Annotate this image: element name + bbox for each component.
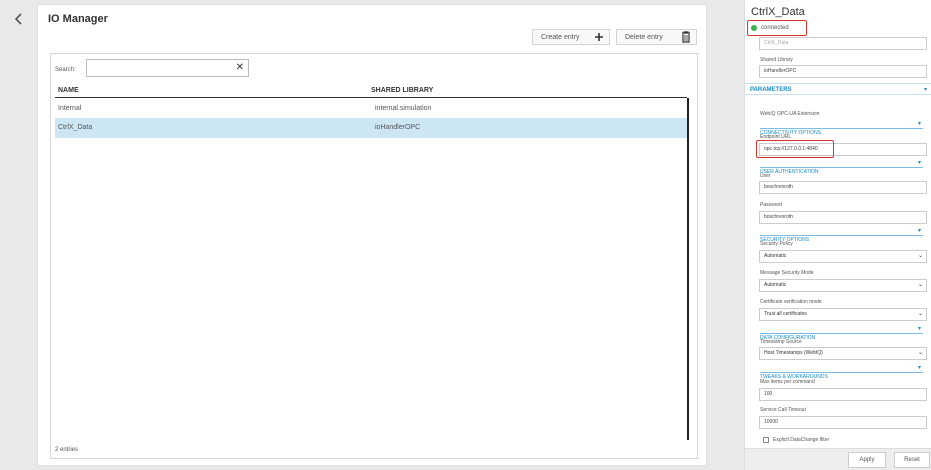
service-timeout-label: Service Call Timeout <box>760 407 806 413</box>
connectivity-options-header[interactable]: CONNECTIVITY OPTIONS ▾ <box>760 121 923 136</box>
chevron-down-icon: ▾ <box>917 121 921 127</box>
message-security-mode-select[interactable]: Automatic ⌄ <box>759 279 927 292</box>
status-dot-icon <box>751 25 757 31</box>
certificate-mode-select[interactable]: Trust all certificates ⌄ <box>759 308 927 321</box>
table-row-selected[interactable]: CtrlX_Data ioHandlerOPC <box>55 118 687 138</box>
trash-icon <box>682 31 690 43</box>
column-header-name[interactable]: NAME <box>58 87 79 94</box>
chevron-down-icon: ⌄ <box>917 253 923 259</box>
service-timeout-field[interactable]: 10000 <box>759 416 927 429</box>
user-label: User <box>760 173 771 179</box>
max-items-field[interactable]: 100 <box>759 388 927 401</box>
message-security-mode-value: Automatic <box>764 282 787 288</box>
explicit-datachange-label: Explicit DataChange filter <box>773 437 830 443</box>
message-security-mode-label: Message Security Mode <box>760 270 814 276</box>
delete-entry-label: Delete entry <box>625 33 663 41</box>
security-policy-label: Security Policy <box>760 241 793 247</box>
parameters-section-header[interactable]: PARAMETERS ▾ <box>745 83 931 95</box>
shared-library-field[interactable]: ioHandlerOPC <box>759 65 927 78</box>
create-entry-button[interactable]: Create entry <box>532 29 610 45</box>
entry-count: 2 entries <box>55 447 79 453</box>
shared-library-label: Shared Library <box>760 57 793 63</box>
chevron-down-icon: ▾ <box>923 87 927 93</box>
security-policy-value: Automatic <box>764 253 787 259</box>
delete-entry-button[interactable]: Delete entry <box>616 29 697 45</box>
chevron-down-icon: ▾ <box>917 228 921 234</box>
chevron-down-icon: ⌄ <box>917 311 923 317</box>
search-input[interactable]: ✕ <box>86 59 249 77</box>
user-field[interactable]: boschrexroth <box>759 181 927 194</box>
page-title: IO Manager <box>48 13 108 25</box>
header-divider <box>55 97 687 98</box>
row-library: ioHandlerOPC <box>375 124 421 131</box>
name-field[interactable]: CtrlX_Data <box>759 37 927 50</box>
tweaks-workarounds-header[interactable]: TWEAKS & WORKAROUNDS ▾ <box>760 365 923 380</box>
panel-action-bar: Apply Reset <box>745 448 931 470</box>
column-header-shared-library[interactable]: SHARED LIBRARY <box>371 87 433 94</box>
table-scrollbar[interactable] <box>687 98 689 440</box>
search-label: Search: <box>55 67 76 73</box>
entries-table-panel: Search: ✕ NAME SHARED LIBRARY Internal i… <box>50 53 698 459</box>
chevron-down-icon: ▾ <box>917 326 921 332</box>
timestamp-source-select[interactable]: Host Timestamps (WebIQ) ⌄ <box>759 347 927 360</box>
certificate-mode-label: Certificate verification mode <box>760 299 822 305</box>
chevron-down-icon: ▾ <box>917 160 921 166</box>
row-name: CtrlX_Data <box>58 124 93 131</box>
plus-icon <box>595 33 603 41</box>
security-policy-select[interactable]: Automatic ⌄ <box>759 250 927 263</box>
chevron-down-icon: ▾ <box>917 365 921 371</box>
max-items-label: Max items per command <box>760 379 815 385</box>
io-manager-card: IO Manager Create entry Delete entry Sea… <box>38 5 706 465</box>
details-panel: CtrlX_Data connected CtrlX_Data Shared L… <box>744 0 931 470</box>
chevron-down-icon: ⌄ <box>917 282 923 288</box>
certificate-mode-value: Trust all certificates <box>764 311 807 317</box>
create-entry-label: Create entry <box>541 33 580 41</box>
password-field[interactable]: boschrexroth <box>759 211 927 224</box>
apply-button[interactable]: Apply <box>848 452 886 468</box>
chevron-down-icon: ⌄ <box>917 350 923 356</box>
row-library: internal.simulation <box>375 105 432 112</box>
timestamp-source-label: Timestamp Source <box>760 339 802 345</box>
security-options-header[interactable]: SECURITY OPTIONS ▾ <box>760 228 923 243</box>
connection-status: connected <box>747 20 807 36</box>
extension-label: WebIQ OPC-UA Extension <box>760 111 820 117</box>
parameters-label: PARAMETERS <box>750 87 792 93</box>
table-row[interactable]: Internal internal.simulation <box>55 99 687 119</box>
endpoint-highlight <box>756 140 834 158</box>
user-authentication-header[interactable]: USER AUTHENTICATION ▾ <box>760 160 923 175</box>
timestamp-source-value: Host Timestamps (WebIQ) <box>764 350 823 356</box>
explicit-datachange-checkbox[interactable] <box>763 437 769 443</box>
reset-button[interactable]: Reset <box>894 452 930 468</box>
row-name: Internal <box>58 105 82 112</box>
data-configuration-header[interactable]: DATA CONFIGURATION ▾ <box>760 326 923 341</box>
back-chevron-icon[interactable] <box>12 12 26 26</box>
panel-title: CtrlX_Data <box>751 6 805 18</box>
clear-search-icon[interactable]: ✕ <box>236 62 244 73</box>
password-label: Password <box>760 202 782 208</box>
status-text: connected <box>761 25 789 31</box>
